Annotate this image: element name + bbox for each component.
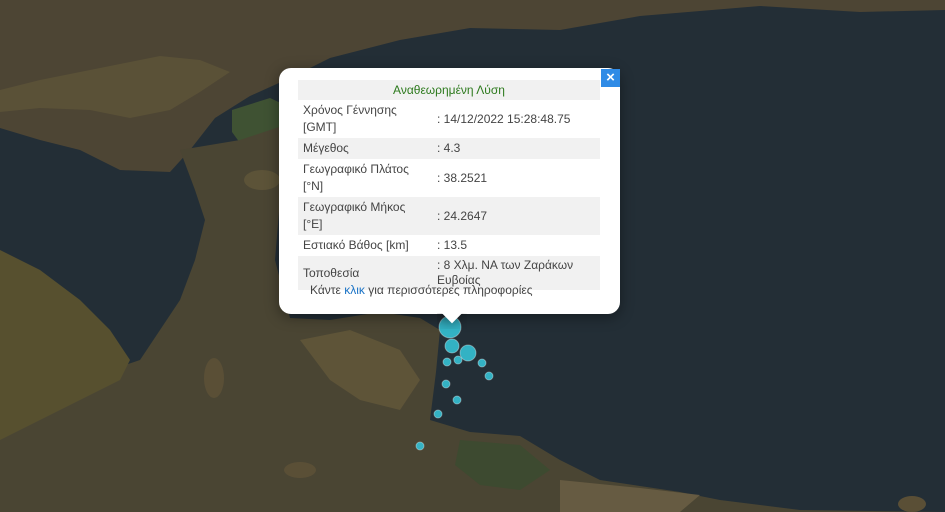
more-info-suffix: για περισσότερες πληροφορίες <box>364 283 533 297</box>
field-label: Χρόνος Γέννησης [GMT] <box>303 103 397 134</box>
earthquake-marker[interactable] <box>477 358 487 368</box>
close-button[interactable]: × <box>601 69 620 87</box>
table-row: Γεωγραφικό Μήκος [°E] : 24.2647 <box>298 197 600 235</box>
earthquake-marker[interactable] <box>433 409 443 419</box>
field-value: : 14/12/2022 15:28:48.75 <box>437 111 571 126</box>
field-value: : 24.2647 <box>432 197 600 235</box>
close-icon: × <box>606 69 615 86</box>
popup-title: Αναθεωρημένη Λύση <box>298 80 600 100</box>
table-row: Μέγεθος : 4.3 <box>298 138 600 159</box>
earthquake-marker[interactable] <box>415 441 425 451</box>
more-info-text: Κάντε κλικ για περισσότερες πληροφορίες <box>310 283 533 297</box>
popup-tip <box>437 313 467 329</box>
earthquake-marker[interactable] <box>459 344 477 362</box>
earthquake-marker[interactable] <box>453 355 463 365</box>
table-row: Γεωγραφικό Πλάτος [°N] : 38.2521 <box>298 159 600 197</box>
field-label: Γεωγραφικό Μήκος [°E] <box>298 197 432 235</box>
field-label: Γεωγραφικό Πλάτος [°N] <box>303 162 409 193</box>
field-value: : 4.3 <box>432 138 600 159</box>
table-row: Εστιακό Βάθος [km] : 13.5 <box>298 235 600 256</box>
earthquake-marker[interactable] <box>444 338 460 354</box>
earthquake-marker[interactable] <box>441 379 451 389</box>
earthquake-marker[interactable] <box>452 395 462 405</box>
more-info-prefix: Κάντε <box>310 283 345 297</box>
field-value: : 38.2521 <box>437 170 488 185</box>
field-value: : 13.5 <box>437 238 468 252</box>
field-label: Εστιακό Βάθος [km] <box>303 238 409 252</box>
earthquake-details-table: Αναθεωρημένη Λύση Χρόνος Γέννησης [GMT] … <box>298 80 600 290</box>
table-row: Χρόνος Γέννησης [GMT] : 14/12/2022 15:28… <box>298 100 600 138</box>
more-info-link[interactable]: κλικ <box>344 283 365 297</box>
earthquake-marker[interactable] <box>484 371 494 381</box>
field-label: Μέγεθος <box>298 138 432 159</box>
earthquake-marker[interactable] <box>442 357 452 367</box>
